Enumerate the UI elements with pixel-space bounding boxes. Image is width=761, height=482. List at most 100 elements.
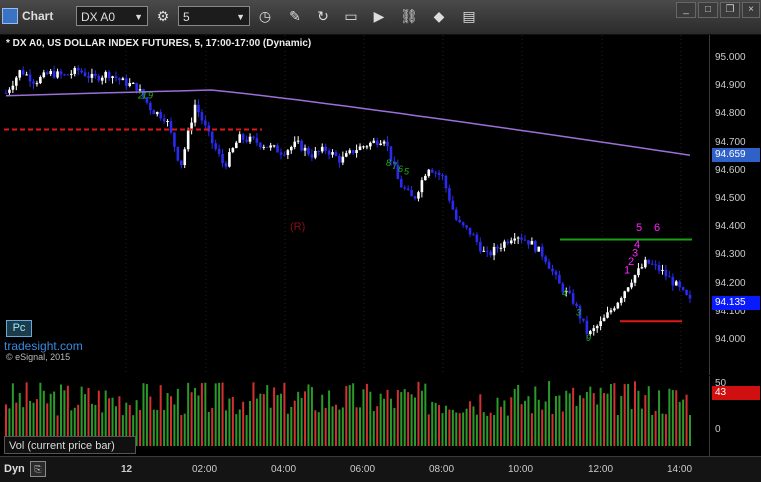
candle-body: [107, 71, 111, 78]
candle-body: [372, 140, 376, 143]
pc-button[interactable]: Pc: [6, 320, 32, 337]
clock-icon[interactable]: ◷: [254, 5, 276, 27]
candle-body: [248, 136, 252, 142]
restore-icon[interactable]: ❐: [720, 2, 740, 18]
volume-bar: [403, 389, 406, 446]
volume-bar: [393, 407, 396, 446]
candle-body: [434, 172, 437, 174]
volume-bar: [503, 400, 506, 446]
candle-body: [66, 74, 70, 76]
volume-bar: [410, 394, 413, 446]
candle-body: [472, 234, 475, 236]
volume-bar: [689, 414, 691, 446]
r-marker: (R): [290, 221, 305, 233]
volume-bar: [149, 396, 152, 446]
candle-body: [454, 209, 458, 220]
candle-body: [369, 142, 372, 147]
volume-value-tag: 43: [712, 386, 760, 400]
candle-body: [8, 89, 11, 93]
candle-body: [424, 175, 427, 181]
link-icon[interactable]: ⛓: [398, 5, 420, 27]
candle-body: [558, 274, 561, 284]
candle-body: [131, 82, 135, 84]
candle-body: [52, 70, 56, 78]
copyright: © eSignal, 2015: [6, 352, 71, 362]
volume-bar: [524, 400, 527, 446]
candle-body: [640, 267, 644, 269]
candle-body: [661, 269, 664, 271]
candle-body: [355, 150, 358, 154]
candle-body: [341, 156, 345, 163]
volume-bar: [444, 405, 447, 446]
volume-bar: [142, 383, 145, 446]
volume-bar: [596, 404, 599, 446]
volume-bar: [582, 398, 585, 446]
volume-bar: [259, 393, 262, 446]
tag-icon[interactable]: ◆: [428, 5, 450, 27]
candle-body: [276, 145, 279, 153]
pencil-icon[interactable]: ✎: [284, 5, 306, 27]
setup-label-green: 9: [586, 333, 591, 343]
candle-body: [410, 189, 413, 197]
setup-label-magenta: 4: [634, 239, 640, 251]
volume-bar: [499, 406, 502, 446]
interval-select[interactable]: 5 ▼: [178, 6, 250, 26]
candle-body: [492, 246, 496, 256]
candle-body: [128, 83, 132, 86]
volume-bar: [221, 382, 224, 446]
refresh-icon[interactable]: ↻: [312, 5, 334, 27]
price-chart[interactable]: 12345 621 98 7 6 5439 (R): [0, 35, 709, 375]
chevron-down-icon[interactable]: ▼: [134, 7, 143, 27]
candle-body: [59, 71, 63, 75]
close-icon[interactable]: ×: [742, 2, 760, 18]
candle-body: [94, 73, 97, 76]
dyn-label[interactable]: Dyn: [4, 463, 25, 475]
volume-bar: [517, 384, 520, 446]
candle-body: [599, 321, 602, 327]
lock-icon[interactable]: ⎘: [30, 461, 46, 477]
candle-body: [544, 256, 547, 262]
candle-body: [489, 251, 492, 256]
candle-body: [496, 246, 499, 249]
candle-body: [592, 328, 596, 332]
chart-tab[interactable]: Chart: [2, 5, 53, 27]
volume-bar: [668, 388, 671, 446]
template-icon[interactable]: ▭: [340, 5, 362, 27]
time-tick-label: 12:00: [588, 464, 614, 475]
volume-bar: [328, 390, 331, 446]
volume-bar: [204, 382, 207, 446]
candle-body: [674, 281, 678, 286]
setup-label-magenta: 6: [654, 222, 660, 234]
symbol-input[interactable]: DX A0 ▼: [76, 6, 148, 26]
volume-bar: [190, 392, 193, 446]
candle-body: [331, 152, 334, 155]
volume-bar: [651, 414, 654, 446]
candle-body: [375, 140, 379, 145]
candle-body: [606, 312, 609, 318]
volume-bar: [640, 408, 643, 446]
candle-body: [224, 163, 228, 167]
volume-bar: [554, 396, 557, 446]
candle-body: [657, 264, 661, 271]
volume-study-label[interactable]: Vol (current price bar): [4, 436, 136, 454]
volume-bar: [579, 395, 582, 446]
chevron-down-icon[interactable]: ▼: [236, 7, 245, 27]
candle-body: [420, 180, 424, 193]
interval-value: 5: [183, 10, 190, 24]
volume-bar: [606, 393, 609, 446]
price-axis[interactable]: 95.000 94.900 94.800 94.700 94.600 94.500 94.4…: [709, 35, 761, 375]
minimize-icon[interactable]: _: [676, 2, 696, 18]
candle-body: [458, 219, 462, 223]
candle-body: [530, 241, 534, 245]
volume-bar: [565, 390, 568, 446]
maximize-icon[interactable]: □: [698, 2, 718, 18]
volume-bar: [475, 414, 478, 446]
candle-body: [283, 154, 286, 156]
symbol-settings-icon[interactable]: ⚙: [152, 5, 174, 27]
volume-bar: [279, 393, 282, 446]
chat-icon[interactable]: ▤: [458, 5, 480, 27]
play-icon[interactable]: ▶: [368, 5, 390, 27]
setup-label-green: 5: [404, 167, 410, 177]
volume-bar: [139, 409, 142, 446]
candle-body: [678, 281, 681, 288]
